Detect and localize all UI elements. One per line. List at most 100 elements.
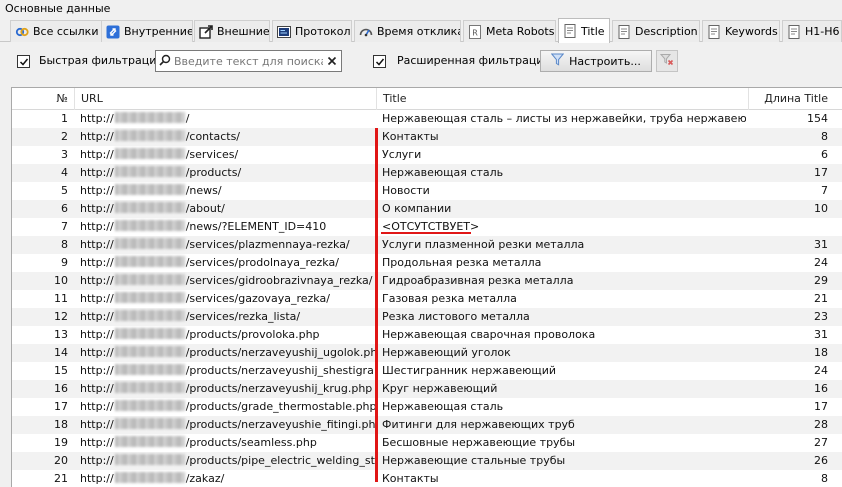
- document-icon: [563, 24, 577, 38]
- redacted-domain: [114, 130, 185, 141]
- redacted-domain: [114, 436, 185, 447]
- row-number: 20: [54, 454, 68, 467]
- column-header-url[interactable]: URL: [74, 88, 374, 110]
- tab-bar: Все ссылки Внутренние Внешние Протокол В…: [0, 18, 842, 43]
- row-length: 23: [814, 310, 828, 323]
- configure-filter-button[interactable]: Настроить...: [540, 50, 652, 72]
- table-row[interactable]: 5 http:///news/ Новости 7: [12, 182, 842, 200]
- table-row[interactable]: 21 http:///zakaz/ Контакты 8: [12, 470, 842, 487]
- column-header-length[interactable]: Длина Title: [748, 88, 828, 110]
- internal-links-icon: [106, 25, 120, 39]
- advanced-filter-checkbox[interactable]: [373, 55, 386, 68]
- row-number: 4: [61, 166, 68, 179]
- redacted-domain: [114, 166, 185, 177]
- table-row[interactable]: 2 http:///contacts/ Контакты 8: [12, 128, 842, 146]
- row-url: http:///products/nerzaveyushij_ugolok.ph…: [80, 346, 376, 359]
- redacted-domain: [114, 310, 185, 321]
- redacted-domain: [114, 274, 185, 285]
- document-icon: [787, 24, 801, 39]
- tab-h1-h6[interactable]: H1-H6: [782, 20, 842, 42]
- table-row[interactable]: 6 http:///about/ О компании 10: [12, 200, 842, 218]
- row-length: 17: [814, 400, 828, 413]
- row-title: Контакты: [382, 130, 439, 143]
- tab-response-time[interactable]: Время отклика: [354, 20, 461, 42]
- column-header-title[interactable]: Title: [376, 88, 748, 110]
- table-row[interactable]: 9 http:///services/prodolnaya_rezka/ Про…: [12, 254, 842, 272]
- redacted-domain: [114, 418, 185, 429]
- funnel-icon: [550, 53, 565, 69]
- table-row[interactable]: 16 http:///products/nerzaveyushij_krug.p…: [12, 380, 842, 398]
- row-length: 24: [814, 256, 828, 269]
- tab-title[interactable]: Title: [558, 18, 610, 43]
- redacted-domain: [114, 238, 185, 249]
- row-title: Нержавеющая сталь: [382, 400, 504, 413]
- clear-filter-button[interactable]: [656, 50, 678, 72]
- search-input[interactable]: Введите текст для поиска...: [174, 55, 323, 68]
- row-length: 8: [821, 130, 828, 143]
- table-row[interactable]: 19 http:///products/seamless.php Бесшовн…: [12, 434, 842, 452]
- row-number: 6: [61, 202, 68, 215]
- all-links-icon: [15, 25, 29, 39]
- table-row[interactable]: 11 http:///services/gazovaya_rezka/ Газо…: [12, 290, 842, 308]
- svg-text:R: R: [472, 28, 478, 37]
- tab-label: Все ссылки: [33, 25, 99, 38]
- tab-label: Meta Robots: [486, 25, 555, 38]
- tab-label: Время отклика: [377, 25, 461, 38]
- row-length: 17: [814, 166, 828, 179]
- redacted-domain: [114, 256, 185, 267]
- row-length: 31: [814, 238, 828, 251]
- row-number: 15: [54, 364, 68, 377]
- tab-description[interactable]: Description: [612, 20, 700, 42]
- protocol-icon: [277, 25, 291, 39]
- row-number: 2: [61, 130, 68, 143]
- row-url: http:///contacts/: [80, 130, 241, 143]
- row-length: 154: [807, 112, 828, 125]
- table-row[interactable]: 17 http:///products/grade_thermostable.p…: [12, 398, 842, 416]
- row-length: 28: [814, 418, 828, 431]
- tab-internal[interactable]: Внутренние: [101, 20, 193, 42]
- annotation-red-underline: [381, 232, 471, 234]
- column-header-num[interactable]: №: [12, 88, 70, 110]
- tab-keywords[interactable]: Keywords: [702, 20, 780, 42]
- table-row[interactable]: 14 http:///products/nerzaveyushij_ugolok…: [12, 344, 842, 362]
- row-length: 7: [821, 184, 828, 197]
- tab-protocol[interactable]: Протокол: [272, 20, 352, 42]
- table-header: № URL Title Длина Title: [12, 88, 842, 110]
- row-url: http:///news/: [80, 184, 222, 197]
- table-row[interactable]: 1 http:/// Нержавеющая сталь – листы из …: [12, 110, 842, 128]
- row-url: http:///services/plazmennaya-rezka/: [80, 238, 350, 251]
- table-row[interactable]: 18 http:///products/nerzaveyushie_fiting…: [12, 416, 842, 434]
- row-url: http:///products/nerzaveyushie_fitingi.p…: [80, 418, 376, 431]
- redacted-domain: [114, 292, 185, 303]
- row-url: http:///products/provoloka.php: [80, 328, 320, 341]
- table-row[interactable]: 8 http:///services/plazmennaya-rezka/ Ус…: [12, 236, 842, 254]
- table-row[interactable]: 15 http:///products/nerzaveyushij_shesti…: [12, 362, 842, 380]
- quick-filter-checkbox[interactable]: [17, 55, 30, 68]
- tab-meta-robots[interactable]: R Meta Robots: [463, 20, 556, 42]
- quick-filter-search[interactable]: Введите текст для поиска...: [155, 50, 342, 72]
- funnel-clear-icon: [659, 53, 674, 70]
- table-row[interactable]: 20 http:///products/pipe_electric_weldin…: [12, 452, 842, 470]
- table-row[interactable]: 4 http:///products/ Нержавеющая сталь 17: [12, 164, 842, 182]
- table-row[interactable]: 13 http:///products/provoloka.php Нержав…: [12, 326, 842, 344]
- row-title: Нержавеющий уголок: [382, 346, 511, 359]
- row-title: О компании: [382, 202, 452, 215]
- row-title: Нержавеющая сталь: [382, 166, 504, 179]
- redacted-domain: [114, 400, 185, 411]
- tab-external[interactable]: Внешние: [194, 20, 270, 42]
- table-row[interactable]: 12 http:///services/rezka_lista/ Резка л…: [12, 308, 842, 326]
- row-title: Нержавеющая сварочная проволока: [382, 328, 596, 341]
- table-row[interactable]: 3 http:///services/ Услуги 6: [12, 146, 842, 164]
- row-title: Продольная резка металла: [382, 256, 542, 269]
- redacted-domain: [114, 472, 185, 483]
- row-number: 16: [54, 382, 68, 395]
- row-url: http:///products/pipe_electric_welding_s…: [80, 454, 376, 467]
- clear-icon[interactable]: [326, 55, 338, 67]
- group-title: Основные данные: [5, 2, 111, 15]
- row-number: 5: [61, 184, 68, 197]
- row-url: http:///: [80, 112, 190, 125]
- row-number: 18: [54, 418, 68, 431]
- table-row[interactable]: 10 http:///services/gidroobrazivnaya_rez…: [12, 272, 842, 290]
- redacted-domain: [114, 364, 185, 375]
- row-url: http:///products/nerzaveyushij_shestigra…: [80, 364, 376, 377]
